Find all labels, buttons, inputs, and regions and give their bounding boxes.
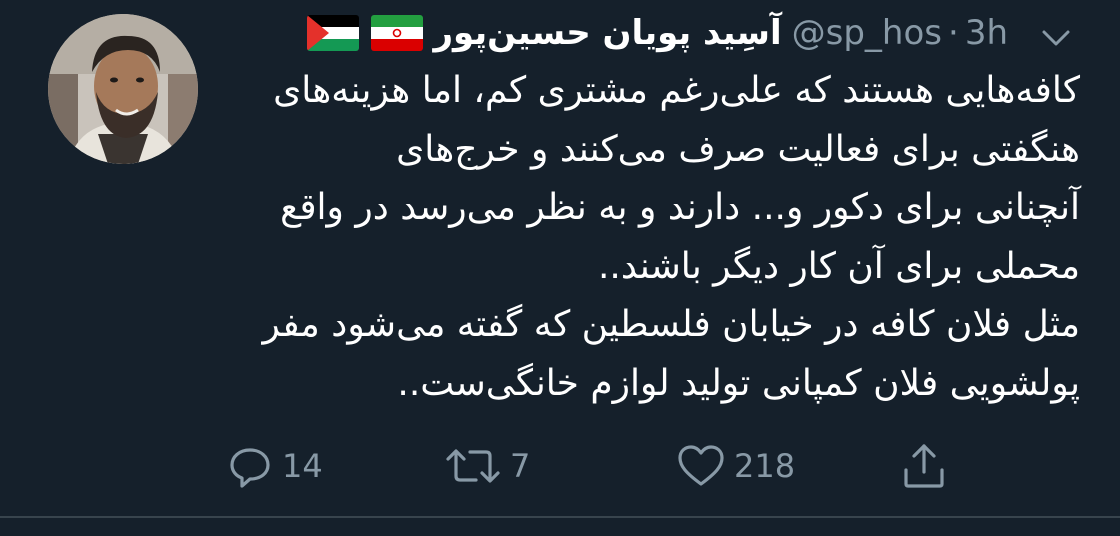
reply-icon	[226, 442, 274, 490]
caret-down-icon[interactable]	[1036, 20, 1076, 56]
retweet-count: 7	[510, 447, 531, 485]
handle-and-time: @sp_hos · 3h	[792, 8, 1008, 58]
tweet-text-line: پولشویی فلان کمپانی تولید لوازم خانگی‌ست…	[397, 362, 1080, 404]
like-button[interactable]: 218	[676, 438, 795, 494]
tweet-text: کافه‌هایی هستند که علی‌رغم مشتری کم، اما…	[220, 62, 1080, 414]
tweet-header: آسِید پویان حسین‌پور @sp_hos · 3h	[307, 8, 1008, 58]
handle[interactable]: @sp_hos	[792, 8, 942, 58]
tweet-text-line: محملی برای آن کار دیگر باشند..	[597, 245, 1080, 287]
retweet-icon	[444, 442, 502, 490]
share-icon	[900, 440, 948, 492]
palestine-flag-icon	[307, 15, 360, 51]
tweet-text-line: مثل فلان کافه در خیابان فلسطین که گفته م…	[262, 304, 1080, 346]
share-button[interactable]	[900, 438, 948, 494]
separator: ·	[948, 13, 959, 53]
iran-flag-icon	[371, 15, 424, 51]
reply-count: 14	[282, 447, 323, 485]
timestamp[interactable]: 3h	[965, 8, 1008, 58]
reply-button[interactable]: 14	[226, 438, 323, 494]
tweet-actions: 14 7 218	[0, 438, 1120, 494]
tweet-text-line: هنگفتی برای فعالیت صرف می‌کنند و خرج‌های	[396, 128, 1080, 170]
flags	[307, 15, 424, 51]
like-count: 218	[734, 447, 796, 485]
display-name[interactable]: آسِید پویان حسین‌پور	[433, 8, 781, 58]
tweet-text-line: آنچنانی برای دکور و... دارند و به نظر می…	[280, 187, 1080, 229]
next-tweet-area	[0, 518, 1120, 536]
avatar[interactable]	[48, 14, 198, 164]
tweet[interactable]: آسِید پویان حسین‌پور @sp_hos · 3h کافه‌ه…	[0, 0, 1120, 518]
like-icon	[676, 442, 726, 490]
retweet-button[interactable]: 7	[444, 438, 530, 494]
tweet-text-line: کافه‌هایی هستند که علی‌رغم مشتری کم، اما…	[273, 70, 1080, 111]
